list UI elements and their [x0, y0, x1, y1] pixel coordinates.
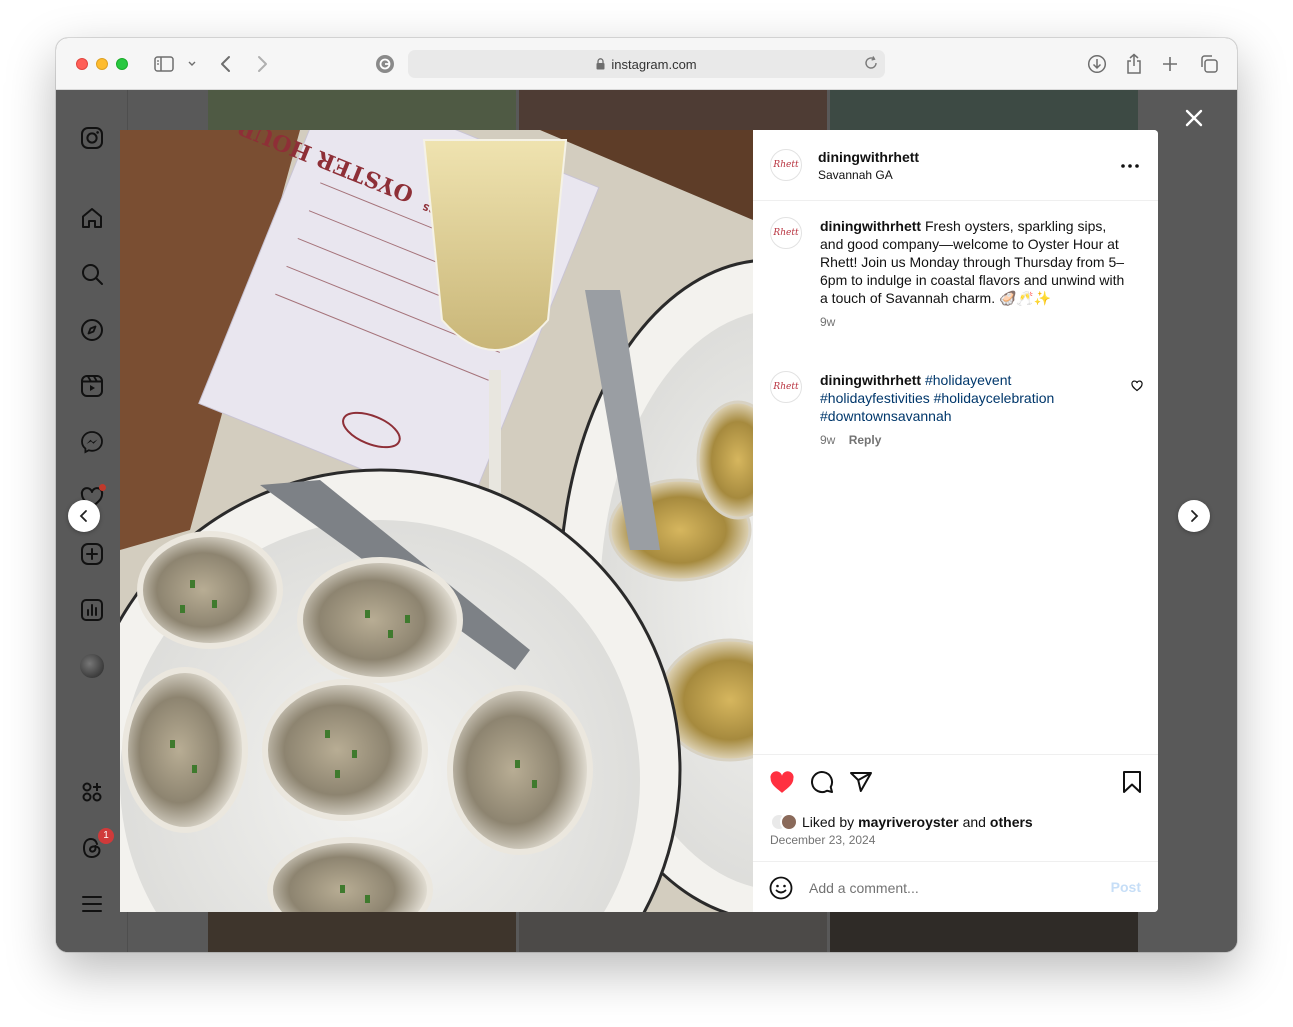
close-window-button[interactable]: [76, 58, 88, 70]
also-from-meta-icon[interactable]: [80, 780, 104, 804]
comment-age[interactable]: 9w: [820, 433, 835, 447]
hashtag-link[interactable]: #holidayevent: [925, 372, 1011, 388]
tab-overview-icon[interactable]: [1197, 52, 1221, 76]
author-username[interactable]: diningwithrhett: [818, 149, 919, 165]
caption-meta: 9w: [820, 313, 1130, 331]
lock-icon: [596, 58, 605, 70]
save-bookmark-icon[interactable]: [1119, 769, 1145, 795]
share-icon[interactable]: [1122, 52, 1146, 76]
address-url: instagram.com: [611, 56, 697, 72]
reply-button[interactable]: Reply: [849, 433, 882, 447]
post-location[interactable]: Savannah GA: [818, 168, 893, 182]
post-comment-button[interactable]: Post: [1111, 879, 1141, 895]
caption-avatar[interactable]: Rhett: [770, 217, 802, 249]
caption-username[interactable]: diningwithrhett: [820, 218, 921, 234]
liked-by: Liked by mayriveroyster and others: [770, 811, 1033, 833]
emoji-icon[interactable]: [769, 876, 793, 900]
liked-by-and: and: [962, 814, 986, 830]
post-header: Rhett diningwithrhett Savannah GA: [753, 130, 1158, 201]
avatar-logo-text: Rhett: [773, 228, 799, 238]
downloads-icon[interactable]: [1085, 52, 1109, 76]
home-icon[interactable]: [80, 206, 104, 230]
comment-input[interactable]: [809, 878, 1089, 898]
back-icon[interactable]: [214, 52, 238, 76]
author-avatar[interactable]: Rhett: [770, 149, 802, 181]
privacy-report-icon[interactable]: [373, 52, 397, 76]
browser-toolbar: instagram.com: [56, 38, 1237, 90]
hashtag-link[interactable]: #holidayfestivities: [820, 390, 930, 406]
like-heart-icon[interactable]: [769, 769, 795, 795]
threads-icon[interactable]: 1: [80, 828, 114, 860]
post-actions: Liked by mayriveroyster and others Decem…: [753, 754, 1158, 912]
hashtag-link[interactable]: #downtownsavannah: [820, 408, 952, 424]
new-tab-icon[interactable]: [1158, 52, 1182, 76]
comment-avatar[interactable]: Rhett: [770, 371, 802, 403]
profile-avatar[interactable]: [80, 654, 104, 678]
post-modal: OYSTER HOUR OYSTERS: [120, 130, 1158, 912]
avatar-logo-text: Rhett: [773, 160, 799, 170]
liker-avatar[interactable]: [780, 813, 798, 831]
post-date[interactable]: December 23, 2024: [770, 833, 875, 847]
previous-post-button[interactable]: [68, 500, 100, 532]
comment-item: diningwithrhett #holidayevent #holidayfe…: [820, 371, 1100, 449]
avatar-logo-text: Rhett: [773, 382, 799, 392]
liked-by-others[interactable]: others: [990, 814, 1033, 830]
chevron-down-icon[interactable]: [182, 52, 202, 76]
post-caption: diningwithrhett Fresh oysters, sparkling…: [820, 217, 1130, 331]
minimize-window-button[interactable]: [96, 58, 108, 70]
search-icon[interactable]: [80, 262, 104, 286]
reels-icon[interactable]: [80, 374, 104, 398]
instagram-logo-icon[interactable]: [80, 126, 104, 150]
reload-icon[interactable]: [863, 55, 879, 74]
comment-username[interactable]: diningwithrhett: [820, 372, 921, 388]
web-content: 1 OYSTER HOUR Rhett diningwithrhett Sava…: [56, 90, 1237, 952]
dashboard-icon[interactable]: [80, 598, 104, 622]
menu-icon[interactable]: [80, 892, 104, 916]
liked-by-prefix: Liked by: [802, 814, 855, 830]
caption-age[interactable]: 9w: [820, 315, 835, 329]
notification-dot: [99, 484, 106, 491]
address-bar[interactable]: instagram.com: [408, 50, 885, 78]
forward-icon[interactable]: [250, 52, 274, 76]
hashtag-link[interactable]: #holidaycelebration: [934, 390, 1055, 406]
share-paper-plane-icon[interactable]: [848, 769, 874, 795]
comment-meta: 9w Reply: [820, 431, 1100, 449]
comment-bubble-icon[interactable]: [809, 769, 835, 795]
sidebar-toggle-icon[interactable]: [152, 52, 176, 76]
zoom-window-button[interactable]: [116, 58, 128, 70]
liked-by-user[interactable]: mayriveroyster: [858, 814, 958, 830]
messenger-icon[interactable]: [80, 430, 104, 454]
browser-window: instagram.com 1 OYSTER HOUR Rhett dining…: [56, 38, 1237, 952]
post-photo[interactable]: OYSTER HOUR OYSTERS: [120, 130, 753, 912]
next-post-button[interactable]: [1178, 500, 1210, 532]
create-icon[interactable]: [80, 542, 104, 566]
add-comment-bar: Post: [753, 861, 1158, 912]
notification-badge: 1: [98, 828, 114, 844]
post-details-panel: Rhett diningwithrhett Savannah GA Rhett …: [753, 130, 1158, 912]
close-modal-icon[interactable]: [1182, 106, 1206, 130]
more-options-icon[interactable]: [1120, 156, 1140, 176]
explore-icon[interactable]: [80, 318, 104, 342]
comment-like-heart-icon[interactable]: [1131, 379, 1143, 392]
